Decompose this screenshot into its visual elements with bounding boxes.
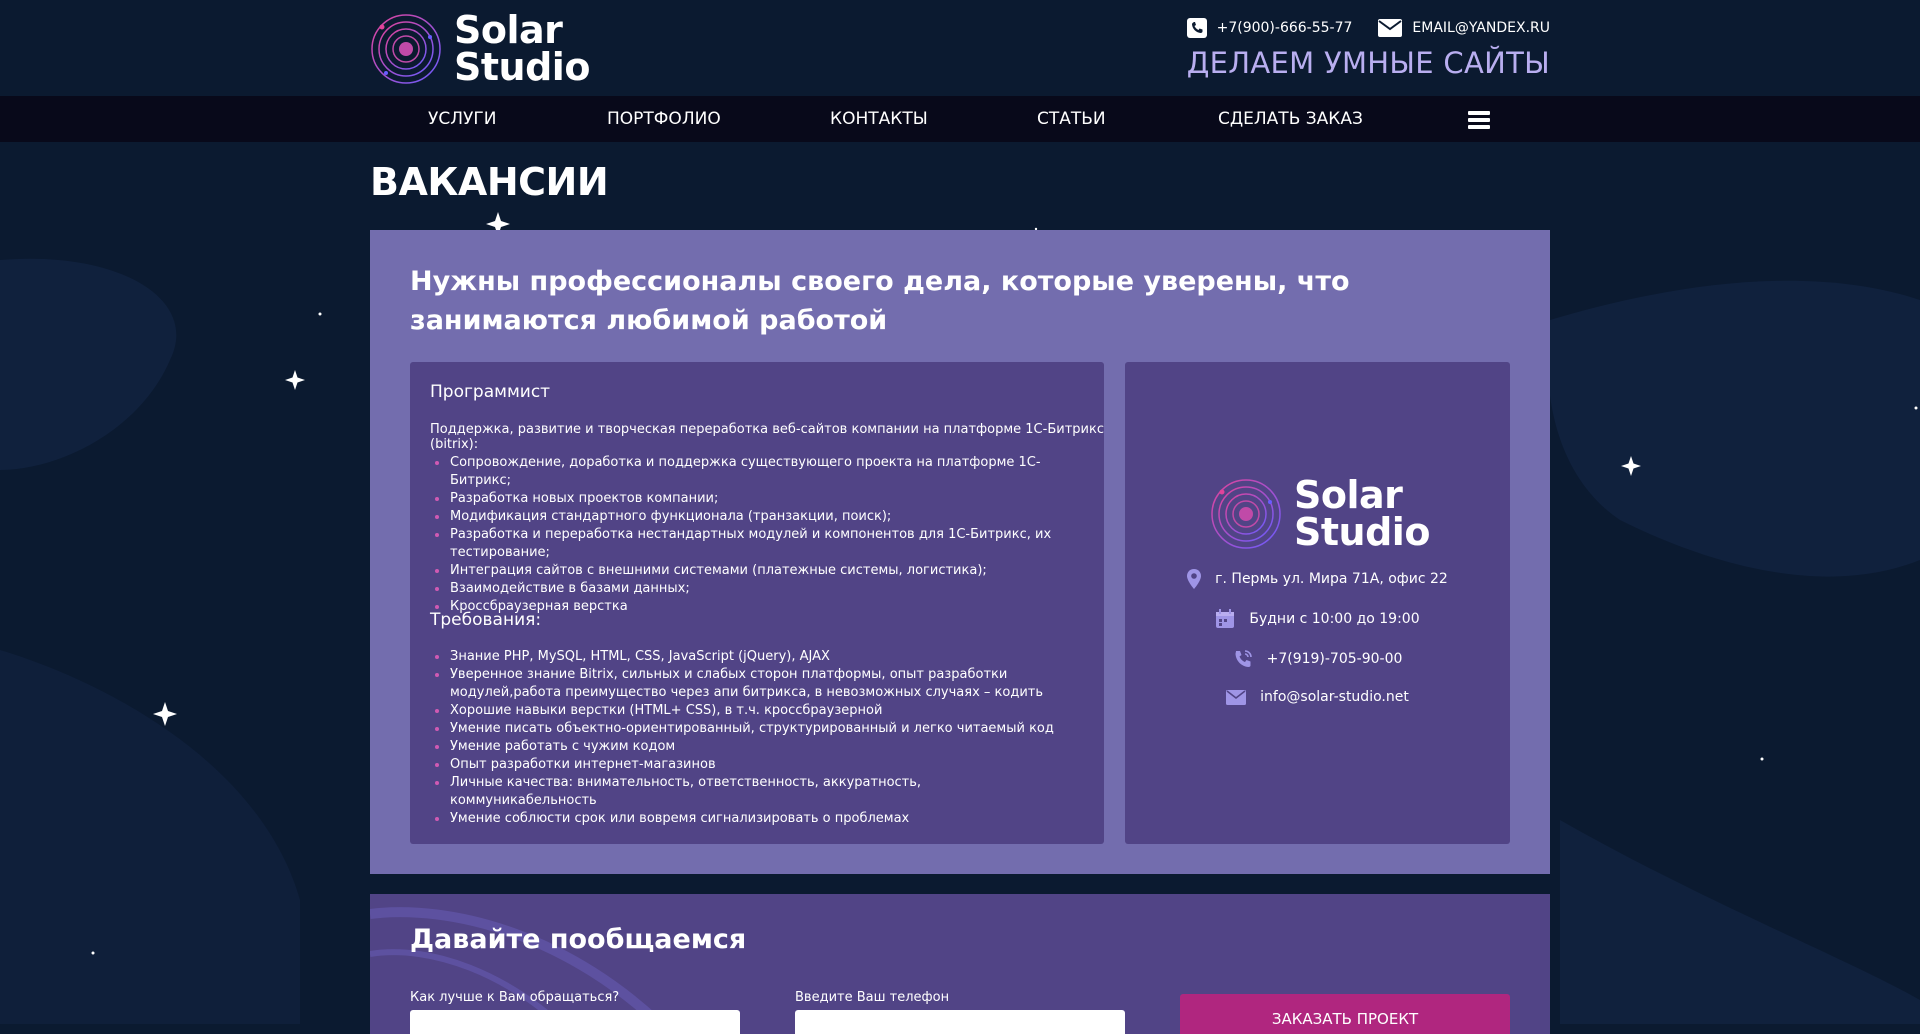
- form-title: Давайте пообщаемся: [410, 924, 747, 955]
- list-item: Хорошие навыки верстки (HTML+ CSS), в т.…: [435, 702, 1070, 720]
- nav-item-services[interactable]: УСЛУГИ: [428, 96, 496, 142]
- map-pin-icon: [1187, 569, 1202, 589]
- list-item: Умение соблюсти срок или вовремя сигнали…: [435, 810, 1070, 828]
- list-item: Кроссбраузерная верстка: [435, 598, 1070, 616]
- list-item: Умение писать объектно-ориентированный, …: [435, 720, 1070, 738]
- job-duties-list: Сопровождение, доработка и поддержка сущ…: [435, 454, 1070, 616]
- list-item: Личные качества: внимательность, ответст…: [435, 774, 1070, 810]
- list-item: Взаимодействие в базами данных;: [435, 580, 1070, 598]
- nav-item-portfolio[interactable]: ПОРТФОЛИО: [607, 96, 721, 142]
- page-title: ВАКАНСИИ: [370, 160, 609, 204]
- orbit-logo-icon: [371, 14, 441, 84]
- card-email[interactable]: info@solar-studio.net: [1125, 689, 1510, 705]
- job-intro: Поддержка, развитие и творческая перераб…: [430, 422, 1104, 452]
- card-address-text: г. Пермь ул. Мира 71А, офис 22: [1215, 571, 1448, 587]
- hamburger-menu-icon[interactable]: [1468, 111, 1490, 129]
- card-hours: Будни с 10:00 до 19:00: [1125, 609, 1510, 629]
- order-project-button[interactable]: ЗАКАЗАТЬ ПРОЕКТ: [1180, 994, 1510, 1034]
- header-email-link[interactable]: EMAIL@YANDEX.RU: [1378, 19, 1550, 37]
- job-card: Программист Поддержка, развитие и творче…: [410, 362, 1104, 844]
- card-phone[interactable]: +7(919)-705-90-00: [1125, 649, 1510, 669]
- site-header: Solar Studio +7(900)-666-55-77 EMAIL@YAN…: [370, 0, 1550, 96]
- site-logo[interactable]: Solar Studio: [370, 11, 590, 89]
- nav-item-contacts[interactable]: КОНТАКТЫ: [830, 96, 928, 142]
- job-title: Программист: [430, 382, 551, 402]
- card-logo-line2: Studio: [1294, 510, 1430, 554]
- vacancies-panel: Нужны профессионалы своего дела, которые…: [370, 230, 1550, 874]
- envelope-icon: [1226, 689, 1247, 705]
- envelope-icon: [1378, 19, 1403, 37]
- list-item: Сопровождение, доработка и поддержка сущ…: [435, 454, 1070, 490]
- phone-icon: [1186, 18, 1207, 38]
- name-field-label: Как лучше к Вам обращаться?: [410, 990, 620, 1005]
- vacancies-heading: Нужны профессионалы своего дела, которые…: [410, 266, 1350, 336]
- phone-field-label: Введите Ваш телефон: [795, 990, 950, 1005]
- list-item: Умение работать с чужим кодом: [435, 738, 1070, 756]
- logo-line2: Studio: [454, 45, 590, 89]
- list-item: Интеграция сайтов с внешними системами (…: [435, 562, 1070, 580]
- list-item: Разработка новых проектов компании;: [435, 490, 1070, 508]
- nav-item-order[interactable]: СДЕЛАТЬ ЗАКАЗ: [1218, 96, 1363, 142]
- calendar-icon: [1216, 609, 1235, 628]
- list-item: Модификация стандартного функционала (тр…: [435, 508, 1070, 526]
- main-navigation: УСЛУГИ ПОРТФОЛИО КОНТАКТЫ СТАТЬИ СДЕЛАТЬ…: [0, 96, 1920, 142]
- card-phone-text: +7(919)-705-90-00: [1266, 651, 1403, 667]
- header-slogan: ДЕЛАЕМ УМНЫЕ САЙТЫ: [1186, 46, 1550, 80]
- list-item: Знание PHP, MySQL, HTML, CSS, JavaScript…: [435, 648, 1070, 666]
- nav-item-articles[interactable]: СТАТЬИ: [1037, 96, 1106, 142]
- contact-form-section: Давайте пообщаемся Как лучше к Вам обращ…: [370, 894, 1550, 1034]
- card-hours-text: Будни с 10:00 до 19:00: [1249, 611, 1420, 627]
- header-phone: +7(900)-666-55-77: [1216, 20, 1353, 36]
- list-item: Разработка и переработка нестандартных м…: [435, 526, 1070, 562]
- card-email-text: info@solar-studio.net: [1260, 689, 1409, 705]
- card-address: г. Пермь ул. Мира 71А, офис 22: [1125, 569, 1510, 589]
- job-requirements-list: Знание PHP, MySQL, HTML, CSS, JavaScript…: [435, 648, 1070, 828]
- header-email: EMAIL@YANDEX.RU: [1412, 20, 1550, 36]
- phone-call-icon: [1235, 650, 1252, 667]
- orbit-logo-icon: [1211, 479, 1281, 549]
- phone-input[interactable]: [795, 1010, 1125, 1034]
- requirements-title: Требования:: [430, 610, 542, 630]
- list-item: Опыт разработки интернет-магазинов: [435, 756, 1070, 774]
- list-item: Уверенное знание Bitrix, сильных и слабы…: [435, 666, 1070, 702]
- name-input[interactable]: [410, 1010, 740, 1034]
- company-contact-card: Solar Studio г. Пермь ул. Мира 71А, офис…: [1125, 362, 1510, 844]
- header-contacts: +7(900)-666-55-77 EMAIL@YANDEX.RU: [1161, 18, 1550, 38]
- header-phone-link[interactable]: +7(900)-666-55-77: [1186, 18, 1353, 38]
- card-logo: Solar Studio: [1210, 476, 1430, 554]
